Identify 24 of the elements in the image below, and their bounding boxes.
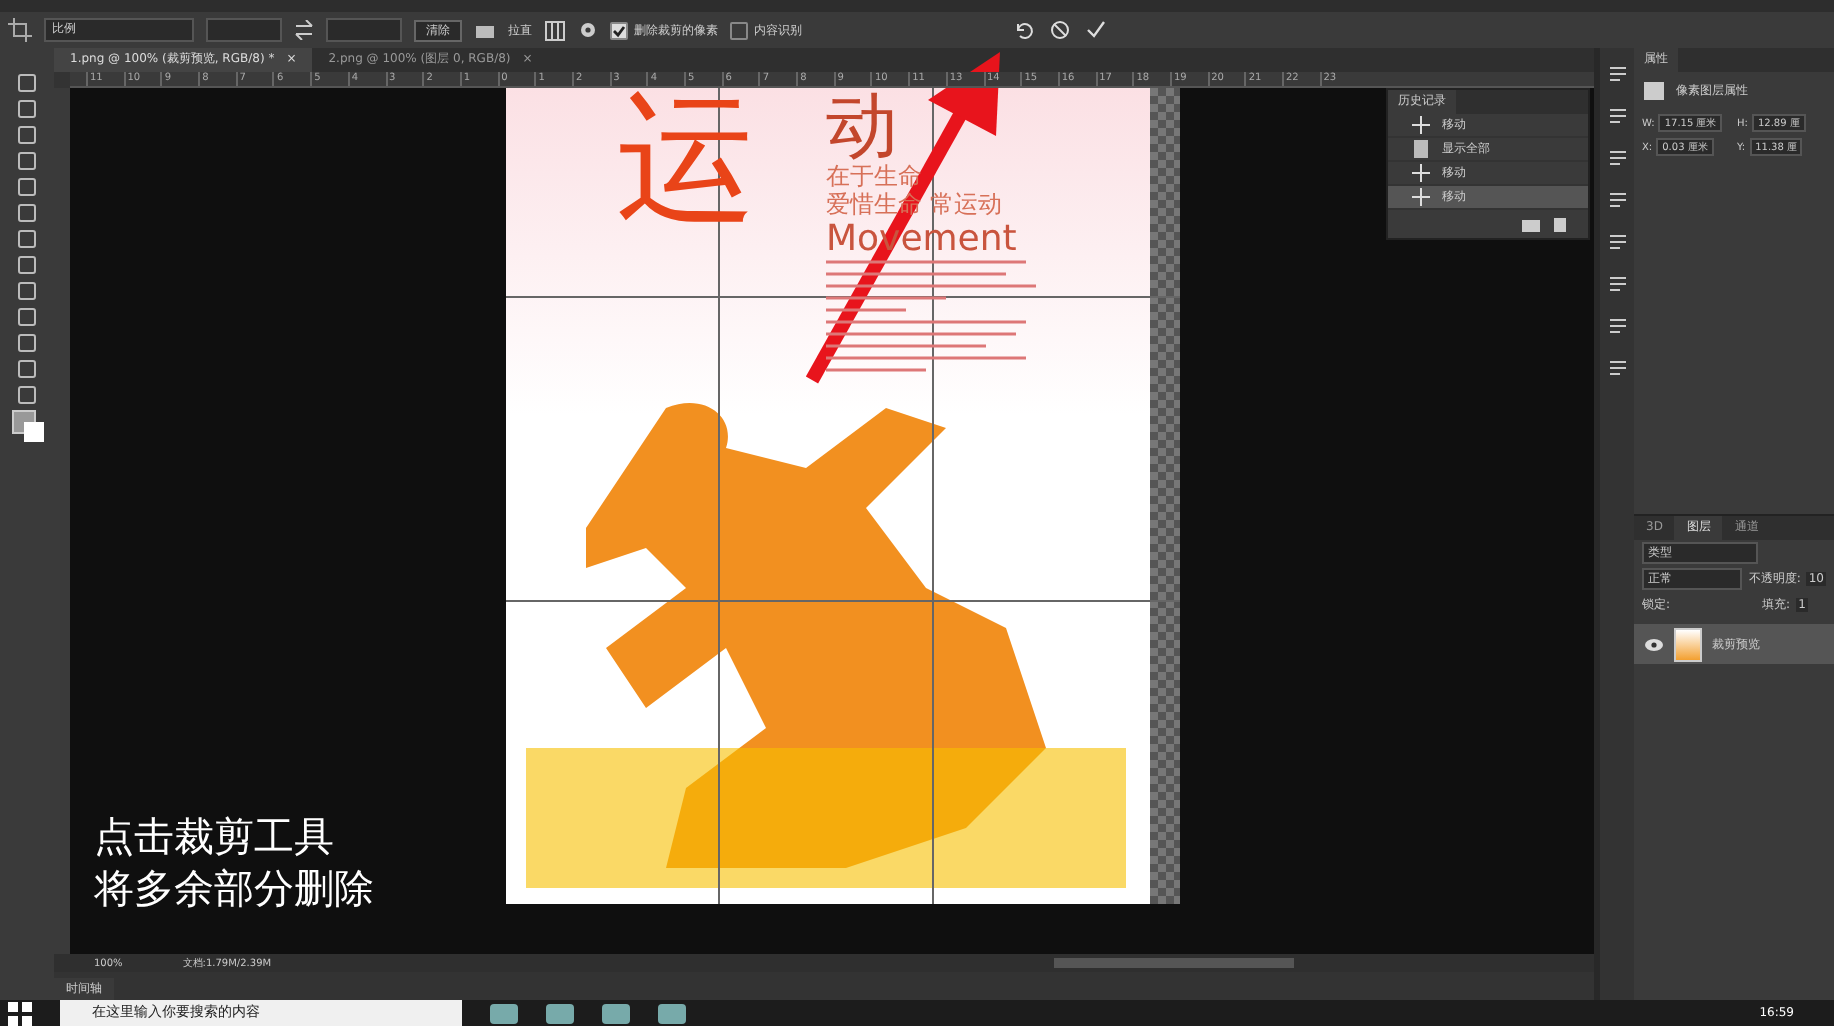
color-swatches[interactable] bbox=[11, 410, 43, 442]
rectangle-icon[interactable] bbox=[16, 332, 38, 354]
image-icon bbox=[1644, 82, 1664, 100]
commit-check-icon[interactable] bbox=[1086, 20, 1106, 40]
grid-overlay-icon[interactable] bbox=[544, 19, 566, 41]
eye-icon[interactable] bbox=[1644, 637, 1664, 651]
crop-icon[interactable] bbox=[8, 18, 32, 42]
document-icon bbox=[1412, 140, 1430, 158]
checkmark-icon bbox=[612, 23, 626, 37]
video-caption: 点击裁剪工具 bbox=[94, 812, 336, 860]
windows-start-icon[interactable] bbox=[8, 1001, 32, 1025]
marquee-icon[interactable] bbox=[16, 98, 38, 120]
reset-icon[interactable] bbox=[1014, 20, 1034, 40]
video-caption: 将多余部分删除 bbox=[94, 864, 374, 912]
swap-icon[interactable] bbox=[294, 20, 314, 40]
trash-icon[interactable] bbox=[1552, 216, 1568, 232]
snapshot-icon[interactable] bbox=[1522, 216, 1540, 232]
settings-icon[interactable] bbox=[578, 20, 598, 40]
poster-headline: 动 bbox=[826, 92, 899, 164]
height-field[interactable] bbox=[326, 18, 402, 42]
width-field[interactable] bbox=[206, 18, 282, 42]
cancel-icon[interactable] bbox=[1050, 20, 1070, 40]
layer-thumbnail bbox=[1674, 627, 1702, 661]
scrollbar[interactable] bbox=[1054, 958, 1294, 968]
